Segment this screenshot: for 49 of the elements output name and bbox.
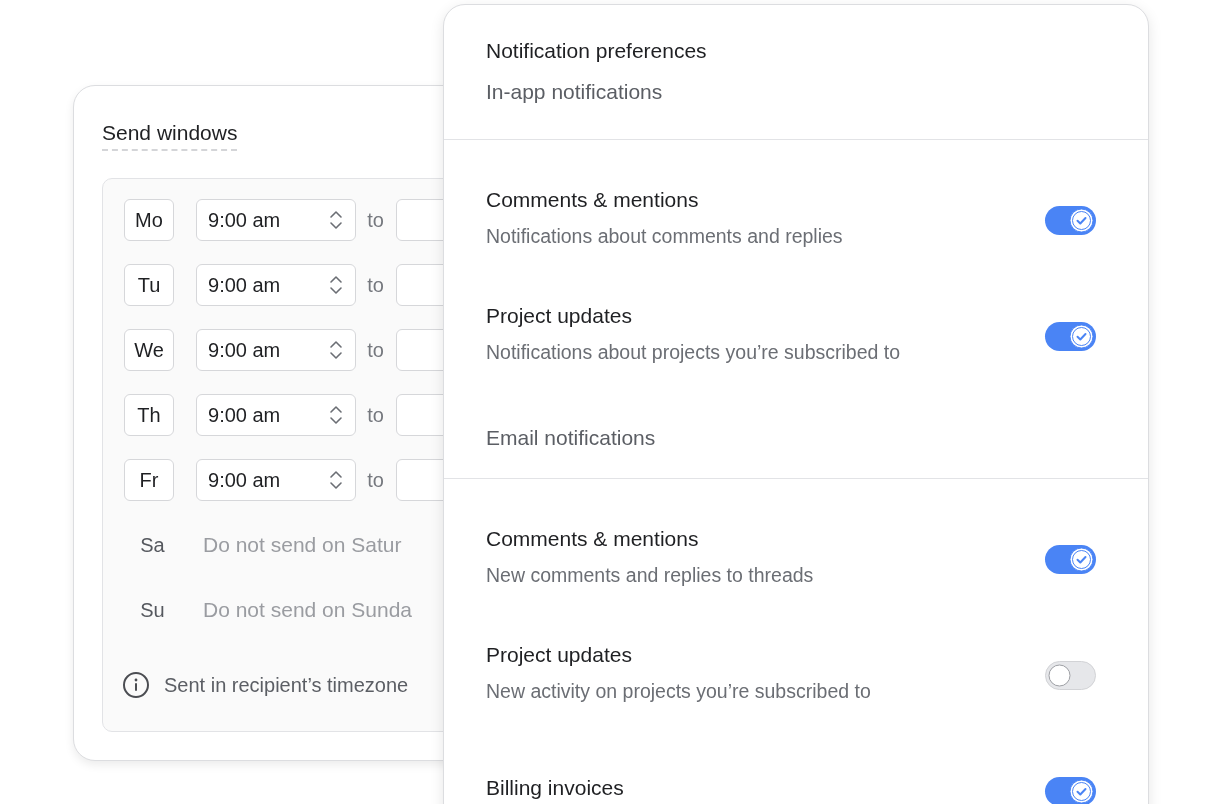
check-circle-icon [1069, 546, 1094, 572]
start-time-select[interactable]: 9:00 am [196, 394, 357, 436]
range-separator: to [367, 208, 384, 233]
day-chip[interactable]: Mo [124, 199, 174, 241]
start-time-select[interactable]: 9:00 am [196, 199, 357, 241]
toggle-switch[interactable] [1045, 660, 1096, 690]
panel-title: Notification preferences [486, 38, 708, 64]
setting-title: Billing invoices [486, 775, 624, 801]
chevron-up-down-icon [329, 339, 344, 361]
check-circle-icon [1069, 207, 1094, 233]
setting-title: Comments & mentions [486, 525, 700, 552]
toggle-switch[interactable] [1045, 776, 1096, 804]
info-icon [122, 671, 150, 699]
section-heading: Email notifications [486, 425, 657, 451]
range-separator: to [367, 468, 384, 493]
day-chip[interactable]: Tu [124, 264, 174, 306]
setting-title: Project updates [486, 641, 633, 668]
setting-description: Notifications about projects you’re subscribed to [486, 339, 901, 364]
card-title: Send windows [102, 120, 238, 151]
setting-title: Comments & mentions [486, 186, 700, 213]
start-time-select[interactable]: 9:00 am [196, 459, 357, 501]
setting-title: Project updates [486, 302, 633, 329]
start-time-select[interactable]: 9:00 am [196, 264, 357, 306]
check-circle-icon [1069, 778, 1094, 804]
start-time-select[interactable]: 9:00 am [196, 329, 357, 371]
no-send-note: Do not send on Satur [203, 532, 402, 559]
range-separator: to [367, 338, 384, 363]
range-separator: to [367, 273, 384, 298]
toggle-switch[interactable] [1045, 205, 1096, 235]
day-chip[interactable]: We [124, 329, 174, 371]
day-chip[interactable]: Th [124, 394, 174, 436]
setting-description: New activity on projects you’re subscribed to [486, 678, 871, 703]
day-chip[interactable]: Fr [124, 459, 174, 501]
chevron-up-down-icon [329, 274, 344, 296]
knob-icon [1048, 663, 1071, 687]
setting-description: Notifications about comments and replies [486, 223, 843, 248]
setting-description: New comments and replies to threads [486, 562, 814, 587]
check-circle-icon [1069, 323, 1094, 349]
chevron-up-down-icon [329, 469, 344, 491]
no-send-note: Do not send on Sunda [203, 597, 412, 624]
timezone-note: Sent in recipient’s timezone [164, 673, 409, 698]
section-heading: In-app notifications [486, 79, 664, 105]
toggle-switch[interactable] [1045, 321, 1096, 351]
toggle-switch[interactable] [1045, 544, 1096, 574]
chevron-up-down-icon [329, 209, 344, 231]
day-label: Sa [139, 533, 166, 558]
day-label: Su [139, 598, 166, 623]
range-separator: to [367, 403, 384, 428]
chevron-up-down-icon [329, 404, 344, 426]
